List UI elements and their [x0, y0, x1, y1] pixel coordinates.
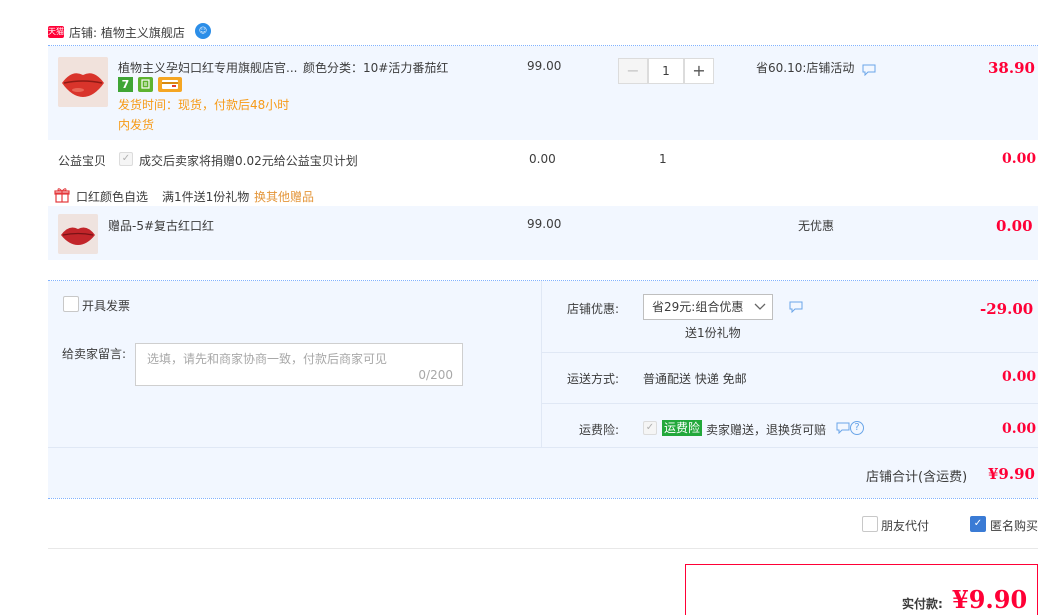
gift-product-image[interactable]	[58, 214, 98, 254]
unit-price: 99.00	[527, 59, 562, 73]
gift-promo-rule: 满1件送1份礼物	[162, 190, 250, 204]
insurance-label: 运费险:	[579, 423, 620, 437]
quantity-input[interactable]: 1	[648, 58, 684, 84]
quantity-decrease-button[interactable]: −	[618, 58, 648, 84]
credit-card-icon[interactable]	[158, 77, 182, 92]
tmall-logo-icon: 天猫	[48, 26, 64, 38]
shop-discount-label: 店铺优惠:	[567, 302, 620, 316]
charity-desc: 成交后卖家将捐赠0.02元给公益宝贝计划	[139, 154, 358, 168]
store-chat-icon[interactable]: ☺	[195, 23, 211, 39]
guarantee-icon[interactable]	[138, 77, 153, 92]
charity-subtotal: 0.00	[1002, 151, 1037, 167]
invoice-label[interactable]: 开具发票	[82, 297, 130, 314]
friend-pay-label[interactable]: 朋友代付	[881, 517, 929, 534]
payment-amount: ¥9.90	[952, 585, 1028, 614]
gift-promo-title: 口红颜色自选	[76, 190, 149, 204]
shipping-value: 普通配送 快递 免邮	[643, 372, 747, 386]
insurance-chat-icon[interactable]	[836, 422, 850, 437]
shop-discount-select[interactable]: 省29元:组合优惠	[643, 294, 773, 320]
anonymous-label[interactable]: 匿名购买	[990, 517, 1038, 534]
insurance-desc: 卖家赠送，退换货可赔	[706, 423, 827, 437]
product-image[interactable]	[58, 57, 108, 107]
discount-chat-icon[interactable]	[862, 64, 876, 79]
message-label: 给卖家留言:	[62, 347, 127, 361]
ship-time-cont: 内发货	[118, 118, 155, 132]
shop-discount-gift-note: 送1份礼物	[685, 326, 741, 340]
shop-discount-chat-icon[interactable]	[789, 301, 803, 316]
message-counter: 0/200	[418, 368, 453, 382]
total-divider	[48, 447, 1038, 448]
gift-item-subtotal: 0.00	[996, 217, 1033, 235]
charity-label: 公益宝贝	[58, 154, 107, 168]
message-placeholder: 选填，请先和商家协商一致，付款后商家可见	[147, 352, 388, 366]
payment-summary-box: 实付款: ¥9.90	[685, 564, 1038, 615]
store-name[interactable]: 店铺: 植物主义旗舰店	[69, 24, 185, 41]
item-discount: 省60.10:店铺活动	[756, 61, 855, 75]
payment-label: 实付款:	[902, 597, 943, 611]
gift-item-price: 99.00	[527, 217, 562, 231]
change-gift-link[interactable]: 换其他赠品	[254, 188, 314, 205]
invoice-checkbox[interactable]	[63, 296, 79, 312]
gift-item-title[interactable]: 赠品-5#复古红口红	[108, 217, 214, 234]
friend-pay-checkbox[interactable]	[862, 516, 878, 532]
shop-discount-amount: -29.00	[980, 300, 1034, 318]
chevron-down-icon	[754, 295, 766, 327]
charity-qty: 1	[659, 152, 667, 166]
bottom-dotted-divider	[48, 498, 1038, 499]
seven-day-return-icon[interactable]: 7	[118, 77, 133, 92]
shop-discount-selected: 省29元:组合优惠	[652, 300, 744, 314]
item-subtotal: 38.90	[988, 59, 1035, 77]
anonymous-checkbox[interactable]: ✓	[970, 516, 986, 532]
shipping-label: 运送方式:	[567, 372, 620, 386]
quantity-increase-button[interactable]: +	[684, 58, 714, 84]
product-title-link[interactable]: 植物主义孕妇口红专用旗舰店官...	[118, 59, 297, 76]
insurance-amount: 0.00	[1002, 421, 1037, 437]
help-icon[interactable]: ?	[850, 421, 864, 435]
store-total-amount: ¥9.90	[988, 465, 1035, 483]
store-total-label: 店铺合计(含运费)	[866, 470, 968, 485]
shipping-amount: 0.00	[1002, 369, 1037, 385]
charity-price: 0.00	[529, 152, 556, 166]
insurance-tag: 运费险	[662, 420, 703, 436]
insurance-checkbox[interactable]: ✓	[643, 421, 657, 435]
gift-item-discount: 无优惠	[798, 219, 835, 233]
row-divider-1	[541, 352, 1038, 353]
row-divider-2	[541, 403, 1038, 404]
gift-icon	[54, 187, 70, 206]
charity-checkbox[interactable]: ✓	[119, 152, 133, 166]
message-textarea[interactable]: 选填，请先和商家协商一致，付款后商家可见 0/200	[135, 343, 463, 386]
footer-divider	[48, 548, 1038, 549]
product-spec: 颜色分类：10#活力番茄红	[303, 61, 449, 75]
column-divider	[541, 281, 542, 447]
ship-time: 发货时间：现货，付款后48小时	[118, 98, 290, 112]
